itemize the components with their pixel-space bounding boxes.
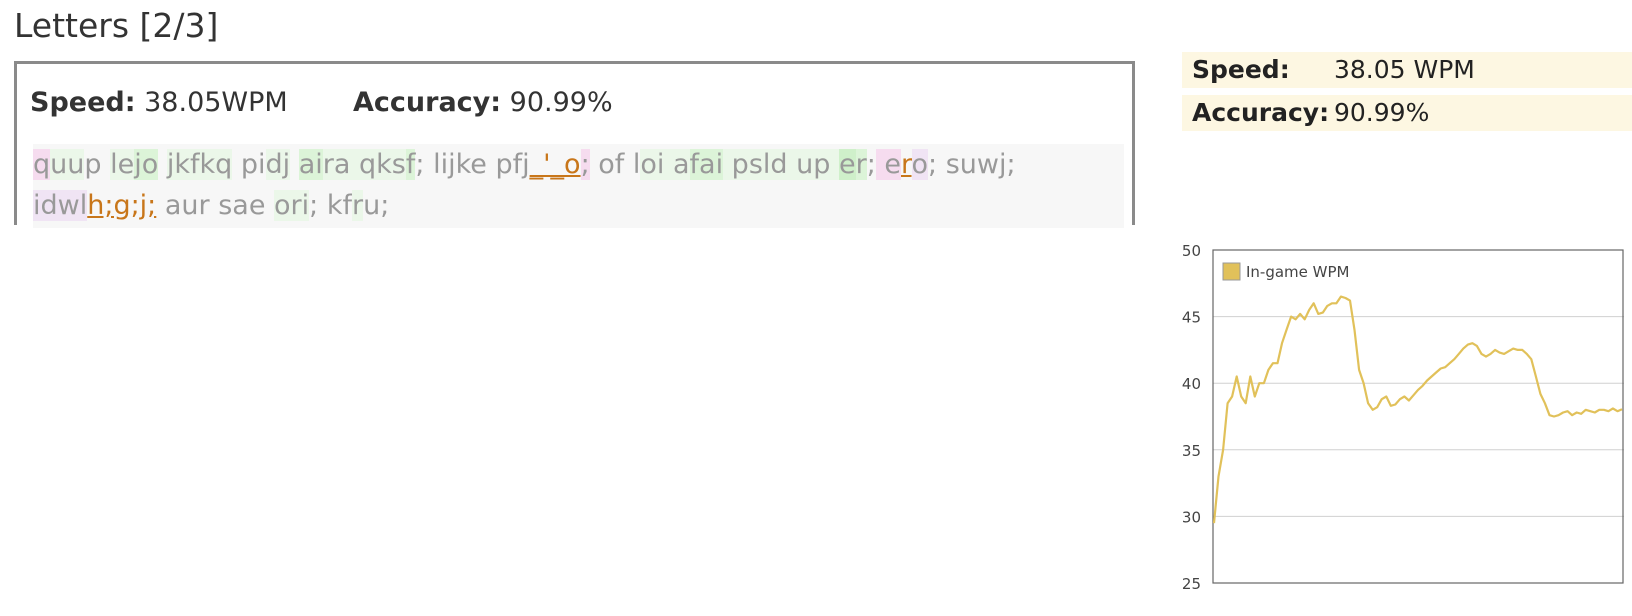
text-segment: jkfkq bbox=[166, 149, 233, 180]
summary-accuracy-value: 90.99% bbox=[1334, 98, 1430, 127]
y-tick-label: 50 bbox=[1182, 244, 1201, 260]
typo-segment: _'_o bbox=[529, 149, 581, 180]
text-segment: jo bbox=[134, 149, 159, 180]
text-segment: of l bbox=[589, 149, 641, 180]
summary-speed-label: Speed: bbox=[1192, 55, 1290, 84]
text-segment: dj bbox=[265, 149, 291, 180]
text-segment: q bbox=[33, 149, 51, 180]
legend-label: In-game WPM bbox=[1246, 263, 1349, 281]
text-segment: aur sae bbox=[156, 190, 275, 221]
summary-accuracy-label: Accuracy: bbox=[1192, 98, 1330, 127]
text-segment: oi a bbox=[640, 149, 690, 180]
text-segment: uu bbox=[50, 149, 85, 180]
text-segment: u; bbox=[363, 190, 390, 221]
text-segment: ori bbox=[274, 190, 310, 221]
text-segment: ; lijke pfj bbox=[415, 149, 530, 180]
typed-text-line-1: quup lejo jkfkq pidj aira qksf; lijke pf… bbox=[33, 144, 1124, 185]
text-segment: e bbox=[838, 149, 856, 180]
y-tick-label: 40 bbox=[1182, 375, 1201, 393]
text-segment: qks bbox=[350, 149, 406, 180]
typed-text-area[interactable]: quup lejo jkfkq pidj aira qksf; lijke pf… bbox=[33, 144, 1124, 228]
text-segment: ; suwj; bbox=[928, 149, 1016, 180]
text-segment: ra bbox=[322, 149, 351, 180]
y-tick-label: 25 bbox=[1182, 575, 1201, 593]
text-segment bbox=[158, 149, 167, 180]
text-segment: ai bbox=[298, 149, 323, 180]
speed-value: 38.05WPM bbox=[144, 87, 288, 118]
typo-segment: h;g;j; bbox=[87, 190, 157, 221]
text-segment: pi bbox=[232, 149, 266, 180]
typed-text-line-2: idwlh;g;j; aur sae ori; kfru; bbox=[33, 185, 1124, 226]
speed-label: Speed: bbox=[30, 87, 136, 118]
wpm-chart-svg: 50 45 40 35 30 25 In-game WPM bbox=[1182, 244, 1624, 593]
y-tick-label: 45 bbox=[1182, 309, 1201, 327]
text-segment: fai bbox=[689, 149, 724, 180]
plot-frame bbox=[1212, 249, 1624, 584]
text-segment: o bbox=[911, 149, 929, 180]
speed-stat: Speed: 38.05WPM bbox=[30, 87, 288, 118]
summary-table: Speed: 38.05 WPM Accuracy: 90.99% bbox=[1182, 52, 1632, 138]
typing-panel: Speed: 38.05WPM Accuracy: 90.99% quup le… bbox=[14, 61, 1135, 228]
accuracy-stat: Accuracy: 90.99% bbox=[353, 87, 613, 118]
accuracy-label: Accuracy: bbox=[353, 87, 502, 118]
wpm-chart: 50 45 40 35 30 25 In-game WPM bbox=[1174, 244, 1624, 606]
summary-accuracy-row: Accuracy: 90.99% bbox=[1182, 95, 1632, 131]
text-segment: ; bbox=[866, 149, 876, 180]
summary-speed-row: Speed: 38.05 WPM bbox=[1182, 52, 1632, 88]
text-segment: le bbox=[110, 149, 135, 180]
y-tick-label: 35 bbox=[1182, 442, 1201, 460]
text-segment: idwl bbox=[33, 190, 88, 221]
lesson-title: Letters [2/3] bbox=[14, 6, 219, 45]
text-segment: f bbox=[405, 149, 416, 180]
text-segment: r bbox=[855, 149, 867, 180]
text-segment: ; kf bbox=[309, 190, 352, 221]
text-segment: p bbox=[84, 149, 111, 180]
text-segment bbox=[290, 149, 299, 180]
text-segment: r bbox=[351, 190, 364, 221]
text-segment: psld up bbox=[723, 149, 839, 180]
text-segment: e bbox=[875, 149, 901, 180]
summary-speed-value: 38.05 WPM bbox=[1334, 55, 1475, 84]
accuracy-value: 90.99% bbox=[509, 87, 613, 118]
series-line-0 bbox=[1212, 295, 1623, 524]
typo-segment: r bbox=[901, 149, 912, 180]
y-tick-label: 30 bbox=[1182, 508, 1201, 526]
text-segment: ; bbox=[580, 149, 590, 180]
legend-swatch bbox=[1222, 262, 1241, 281]
